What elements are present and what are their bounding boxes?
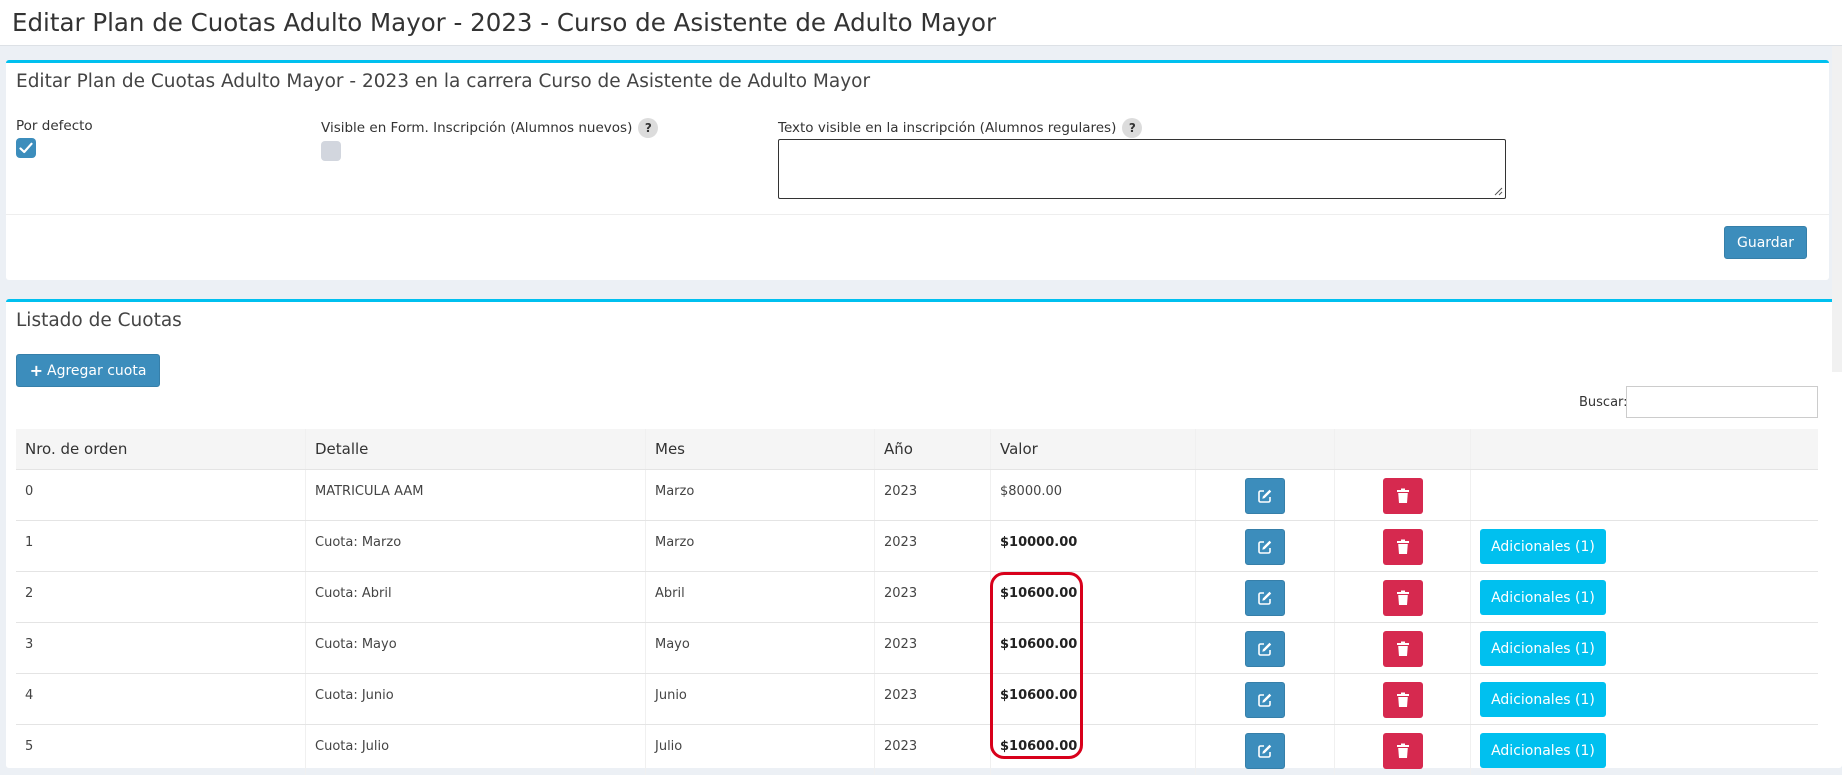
edit-button[interactable] bbox=[1245, 529, 1285, 565]
cell-valor: $10000.00 bbox=[1000, 535, 1078, 550]
search-input[interactable] bbox=[1626, 386, 1818, 418]
cell-detalle: Cuota: Abril bbox=[315, 586, 392, 601]
cell-mes: Marzo bbox=[655, 535, 695, 550]
trash-icon bbox=[1397, 590, 1409, 605]
listado-cuotas-box: Listado de Cuotas + Agregar cuota Buscar… bbox=[6, 299, 1842, 775]
help-icon[interactable]: ? bbox=[638, 118, 659, 138]
col-header-orden[interactable]: Nro. de orden bbox=[16, 429, 305, 469]
resize-grip-icon[interactable] bbox=[1493, 186, 1503, 196]
table-header-row: Nro. de orden Detalle Mes Año Valor bbox=[16, 429, 1818, 469]
trash-icon bbox=[1397, 641, 1409, 656]
edit-plan-box: Editar Plan de Cuotas Adulto Mayor - 202… bbox=[6, 60, 1829, 280]
guardar-button[interactable]: Guardar bbox=[1724, 226, 1807, 259]
edit-icon bbox=[1258, 744, 1272, 758]
cell-detalle: MATRICULA AAM bbox=[315, 484, 424, 499]
visible-form-checkbox[interactable] bbox=[321, 141, 341, 161]
cell-mes: Mayo bbox=[655, 637, 690, 652]
valor-highlight-annotation bbox=[990, 572, 1083, 759]
cell-orden: 3 bbox=[25, 637, 34, 652]
table-row: 2 Cuota: Abril Abril 2023 $10600.00 Adic… bbox=[16, 571, 1818, 622]
delete-button[interactable] bbox=[1383, 733, 1423, 769]
col-header-anio[interactable]: Año bbox=[874, 429, 990, 469]
texto-visible-label-text: Texto visible en la inscripción (Alumnos… bbox=[778, 120, 1117, 136]
agregar-cuota-label: Agregar cuota bbox=[47, 362, 147, 379]
edit-icon bbox=[1258, 489, 1272, 503]
delete-button[interactable] bbox=[1383, 529, 1423, 565]
edit-button[interactable] bbox=[1245, 478, 1285, 514]
visible-form-label: Visible en Form. Inscripción (Alumnos nu… bbox=[321, 118, 659, 138]
check-icon bbox=[19, 142, 33, 154]
texto-visible-textarea[interactable] bbox=[778, 139, 1506, 199]
list-box-title: Listado de Cuotas bbox=[16, 310, 182, 331]
cell-anio: 2023 bbox=[884, 484, 918, 499]
adicionales-button[interactable]: Adicionales (1) bbox=[1480, 580, 1606, 615]
col-header-detalle[interactable]: Detalle bbox=[305, 429, 645, 469]
trash-icon bbox=[1397, 743, 1409, 758]
cell-orden: 1 bbox=[25, 535, 34, 550]
cell-anio: 2023 bbox=[884, 586, 918, 601]
adicionales-button[interactable]: Adicionales (1) bbox=[1480, 529, 1606, 564]
cell-valor: $8000.00 bbox=[1000, 484, 1063, 499]
page-header: Editar Plan de Cuotas Adulto Mayor - 202… bbox=[0, 0, 1842, 46]
col-header-valor[interactable]: Valor bbox=[990, 429, 1195, 469]
edit-button[interactable] bbox=[1245, 733, 1285, 769]
edit-box-title: Editar Plan de Cuotas Adulto Mayor - 202… bbox=[16, 71, 871, 92]
delete-button[interactable] bbox=[1383, 682, 1423, 718]
col-header-edit bbox=[1195, 429, 1334, 469]
trash-icon bbox=[1397, 692, 1409, 707]
edit-icon bbox=[1258, 540, 1272, 554]
cell-mes: Marzo bbox=[655, 484, 695, 499]
box-divider bbox=[6, 214, 1829, 215]
col-header-delete bbox=[1334, 429, 1470, 469]
table-row: 4 Cuota: Junio Junio 2023 $10600.00 Adic… bbox=[16, 673, 1818, 724]
por-defecto-label: Por defecto bbox=[16, 118, 93, 134]
cell-orden: 0 bbox=[25, 484, 34, 499]
scrollbar[interactable] bbox=[1832, 46, 1842, 372]
cell-mes: Julio bbox=[655, 739, 683, 754]
cell-mes: Junio bbox=[655, 688, 687, 703]
col-header-adicionales bbox=[1470, 429, 1818, 469]
cell-anio: 2023 bbox=[884, 637, 918, 652]
search-label: Buscar: bbox=[1579, 395, 1628, 410]
help-icon[interactable]: ? bbox=[1122, 118, 1143, 138]
trash-icon bbox=[1397, 488, 1409, 503]
cell-detalle: Cuota: Mayo bbox=[315, 637, 397, 652]
cell-detalle: Cuota: Marzo bbox=[315, 535, 402, 550]
adicionales-button[interactable]: Adicionales (1) bbox=[1480, 733, 1606, 768]
edit-icon bbox=[1258, 642, 1272, 656]
edit-icon bbox=[1258, 693, 1272, 707]
cell-detalle: Cuota: Julio bbox=[315, 739, 390, 754]
edit-button[interactable] bbox=[1245, 580, 1285, 616]
por-defecto-checkbox[interactable] bbox=[16, 138, 36, 158]
edit-button[interactable] bbox=[1245, 631, 1285, 667]
page-title: Editar Plan de Cuotas Adulto Mayor - 202… bbox=[12, 8, 997, 37]
table-row: 3 Cuota: Mayo Mayo 2023 $10600.00 Adicio… bbox=[16, 622, 1818, 673]
table-row: 5 Cuota: Julio Julio 2023 $10600.00 Adic… bbox=[16, 724, 1818, 775]
agregar-cuota-button[interactable]: + Agregar cuota bbox=[16, 354, 160, 387]
adicionales-button[interactable]: Adicionales (1) bbox=[1480, 631, 1606, 666]
edit-button[interactable] bbox=[1245, 682, 1285, 718]
cell-orden: 5 bbox=[25, 739, 34, 754]
col-header-mes[interactable]: Mes bbox=[645, 429, 874, 469]
cell-anio: 2023 bbox=[884, 535, 918, 550]
adicionales-button[interactable]: Adicionales (1) bbox=[1480, 682, 1606, 717]
cell-orden: 2 bbox=[25, 586, 34, 601]
delete-button[interactable] bbox=[1383, 478, 1423, 514]
cell-mes: Abril bbox=[655, 586, 685, 601]
plus-icon: + bbox=[29, 361, 43, 380]
edit-icon bbox=[1258, 591, 1272, 605]
trash-icon bbox=[1397, 539, 1409, 554]
visible-form-label-text: Visible en Form. Inscripción (Alumnos nu… bbox=[321, 120, 633, 136]
cell-orden: 4 bbox=[25, 688, 34, 703]
cell-anio: 2023 bbox=[884, 688, 918, 703]
cell-detalle: Cuota: Junio bbox=[315, 688, 394, 703]
texto-visible-label: Texto visible en la inscripción (Alumnos… bbox=[778, 118, 1143, 138]
table-row: 1 Cuota: Marzo Marzo 2023 $10000.00 Adic… bbox=[16, 520, 1818, 571]
delete-button[interactable] bbox=[1383, 631, 1423, 667]
cell-anio: 2023 bbox=[884, 739, 918, 754]
table-row: 0 MATRICULA AAM Marzo 2023 $8000.00 bbox=[16, 469, 1818, 520]
delete-button[interactable] bbox=[1383, 580, 1423, 616]
